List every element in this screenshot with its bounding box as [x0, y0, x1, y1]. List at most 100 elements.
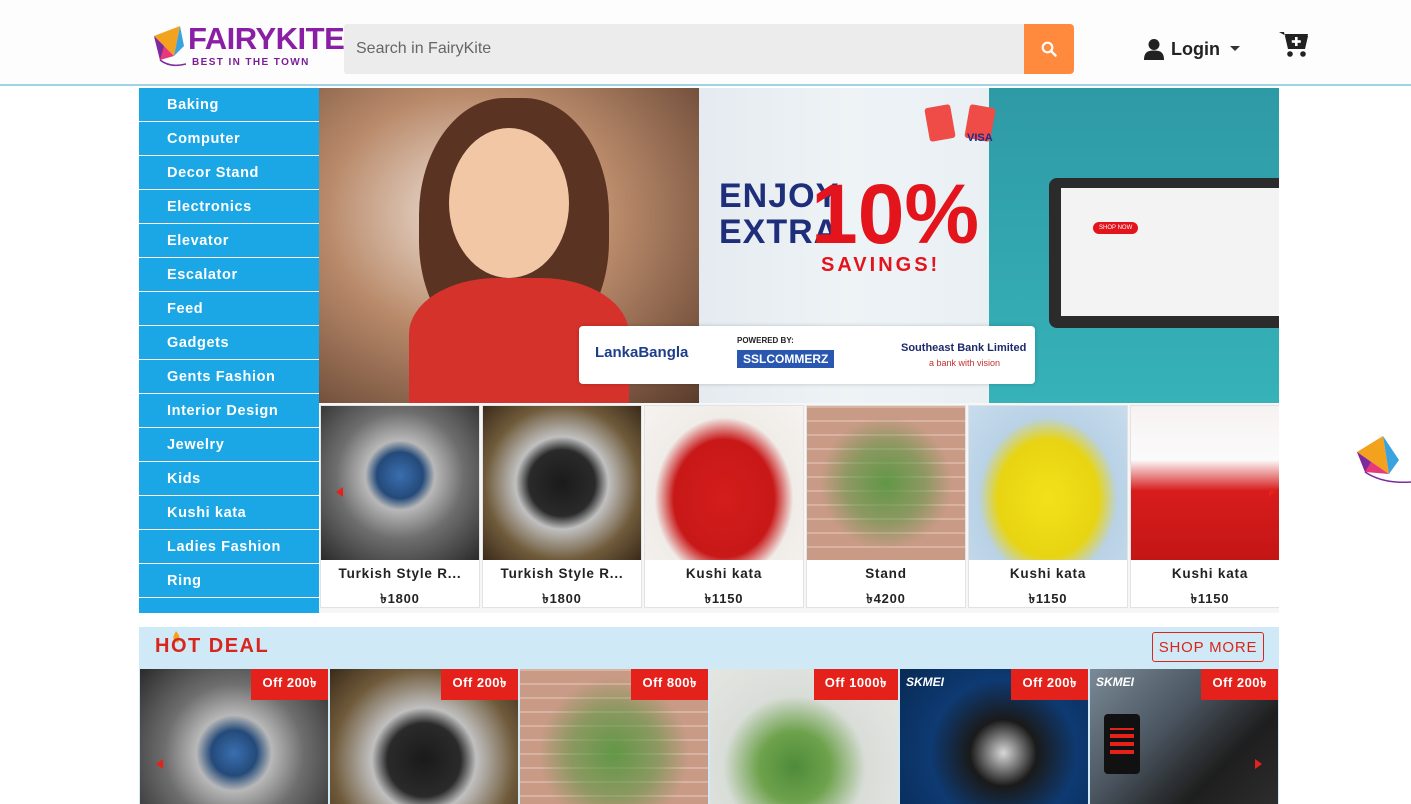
- partners-strip: LankaBangla POWERED BY: SSLCOMMERZ South…: [579, 326, 1035, 384]
- sidebar-item-label: Escalator: [167, 266, 238, 283]
- product-card[interactable]: Kushi kata ৳1150: [644, 405, 804, 608]
- login-label: Login: [1171, 38, 1220, 59]
- banner-savings: SAVINGS!: [821, 254, 941, 276]
- user-icon: [1144, 39, 1164, 60]
- visa-label: VISA: [967, 132, 993, 144]
- product-price: ৳1800: [380, 591, 420, 606]
- product-name: Kushi kata: [1171, 566, 1249, 581]
- sidebar-item-gadgets[interactable]: Gadgets: [139, 326, 319, 360]
- sidebar-item-label: Feed: [167, 300, 204, 317]
- sidebar-item-kids[interactable]: Kids: [139, 462, 319, 496]
- sidebar-item-escalator[interactable]: Escalator: [139, 258, 319, 292]
- sidebar-item-label: Electronics: [167, 198, 252, 215]
- product-image: [645, 406, 803, 560]
- kite-icon: [1357, 436, 1411, 484]
- sidebar-item-computer[interactable]: Computer: [139, 122, 319, 156]
- sidebar-item-electronics[interactable]: Electronics: [139, 190, 319, 224]
- product-price: ৳4200: [866, 591, 906, 606]
- deal-card[interactable]: Off 1000৳: [710, 669, 898, 804]
- product-name: Kushi kata: [1009, 566, 1087, 581]
- deal-brand: SKMEI: [1096, 675, 1135, 689]
- kite-logo-icon: [154, 26, 186, 67]
- sidebar-item-jewelry[interactable]: Jewelry: [139, 428, 319, 462]
- deal-discount-badge: Off 200৳: [441, 669, 518, 700]
- banner-woman-face: [449, 128, 569, 278]
- sidebar-item-elevator[interactable]: Elevator: [139, 224, 319, 258]
- product-image: [1131, 406, 1279, 560]
- search-box: [344, 24, 1025, 74]
- product-image: [483, 406, 641, 560]
- logo-tagline: BEST IN THE TOWN: [192, 57, 310, 68]
- product-card[interactable]: Kushi kata ৳1150: [1130, 405, 1279, 608]
- search-input[interactable]: [344, 24, 1025, 74]
- product-card[interactable]: Kushi kata ৳1150: [968, 405, 1128, 608]
- fairykite-logo[interactable]: FAIRYKITE BEST IN THE TOWN: [150, 22, 345, 70]
- partner-southeast-tagline: a bank with vision: [929, 358, 1001, 368]
- deal-discount-badge: Off 1000৳: [813, 669, 898, 700]
- sidebar-item-label: Gents Fashion: [167, 368, 276, 385]
- sidebar-item-label: Elevator: [167, 232, 230, 249]
- deal-brand: SKMEI: [906, 675, 945, 689]
- sidebar-item-label: Kids: [167, 470, 201, 487]
- promo-banner[interactable]: SHOP NOW VISA ENJOY EXTRA 10% SAVINGS! L…: [319, 88, 1279, 403]
- logo-wordmark: FAIRYKITE: [188, 21, 345, 56]
- deal-card[interactable]: SKMEI Off 200৳: [900, 669, 1088, 804]
- deal-card[interactable]: Off 200৳: [330, 669, 518, 804]
- search-button[interactable]: [1024, 24, 1074, 74]
- sidebar-item-feed[interactable]: Feed: [139, 292, 319, 326]
- product-price: ৳1150: [704, 591, 744, 606]
- sidebar-item-label: Jewelry: [167, 436, 225, 453]
- product-image: [321, 406, 479, 560]
- partner-southeast-bank: Southeast Bank Limited: [901, 342, 1027, 354]
- deal-prev-icon[interactable]: [153, 757, 167, 771]
- sidebar-item-ring[interactable]: Ring: [139, 564, 319, 598]
- deal-card[interactable]: SKMEI Off 200৳: [1090, 669, 1278, 804]
- sidebar-item-decor-stand[interactable]: Decor Stand: [139, 156, 319, 190]
- hot-deal-section: HOT DEAL SHOP MORE Off 200৳ Off 200৳ Off…: [139, 627, 1279, 804]
- product-name: Kushi kata: [685, 566, 763, 581]
- cart-button[interactable]: [1279, 30, 1309, 63]
- deal-discount-badge: Off 800৳: [631, 669, 708, 700]
- login-dropdown[interactable]: Login: [1143, 36, 1240, 62]
- sidebar-item-gents-fashion[interactable]: Gents Fashion: [139, 360, 319, 394]
- hot-deal-title: HOT DEAL: [155, 635, 270, 657]
- mastercard-icon: [924, 104, 956, 142]
- product-image: [807, 406, 965, 560]
- sidebar-item-label: Kushi kata: [167, 504, 247, 521]
- led-digits: [1110, 728, 1134, 754]
- category-sidebar: Baking Computer Decor Stand Electronics …: [139, 88, 319, 613]
- deal-card[interactable]: Off 800৳: [520, 669, 708, 804]
- partner-lankabangla: LankaBangla: [595, 344, 689, 361]
- product-price: ৳1150: [1028, 591, 1068, 606]
- sidebar-item-label: Baking: [167, 96, 219, 113]
- floating-kite-icon[interactable]: [1353, 432, 1411, 488]
- shop-more-button[interactable]: SHOP MORE: [1152, 632, 1264, 662]
- product-price: ৳1150: [1190, 591, 1230, 606]
- partner-powered-by: POWERED BY:: [737, 336, 794, 345]
- product-name: Stand: [865, 566, 907, 581]
- product-price: ৳1800: [542, 591, 582, 606]
- product-card[interactable]: Turkish Style R... ৳1800: [482, 405, 642, 608]
- sidebar-item-baking[interactable]: Baking: [139, 88, 319, 122]
- carousel-next-icon[interactable]: [1265, 485, 1279, 499]
- deal-next-icon[interactable]: [1251, 757, 1265, 771]
- product-card[interactable]: Turkish Style R... ৳1800: [320, 405, 480, 608]
- sidebar-item-label: Interior Design: [167, 402, 279, 419]
- deal-card[interactable]: Off 200৳: [140, 669, 328, 804]
- sidebar-item-label: Computer: [167, 130, 241, 147]
- sidebar-item-kushi-kata[interactable]: Kushi kata: [139, 496, 319, 530]
- caret-down-icon: [1229, 46, 1240, 51]
- carousel-prev-icon[interactable]: [333, 485, 347, 499]
- product-image: [969, 406, 1127, 560]
- sidebar-item-label: Decor Stand: [167, 164, 260, 181]
- sidebar-item-ladies-fashion[interactable]: Ladies Fashion: [139, 530, 319, 564]
- led-watch-face: [1104, 714, 1140, 774]
- sidebar-item-label: Ring: [167, 572, 202, 589]
- deal-discount-badge: Off 200৳: [251, 669, 328, 700]
- plant-stand-graphic: [807, 406, 965, 560]
- sidebar-item-label: Ladies Fashion: [167, 538, 281, 555]
- product-card[interactable]: Stand ৳4200: [806, 405, 966, 608]
- banner-monitor-screen: SHOP NOW: [1061, 188, 1279, 316]
- sidebar-item-interior-design[interactable]: Interior Design: [139, 394, 319, 428]
- banner-percent: 10%: [811, 167, 980, 261]
